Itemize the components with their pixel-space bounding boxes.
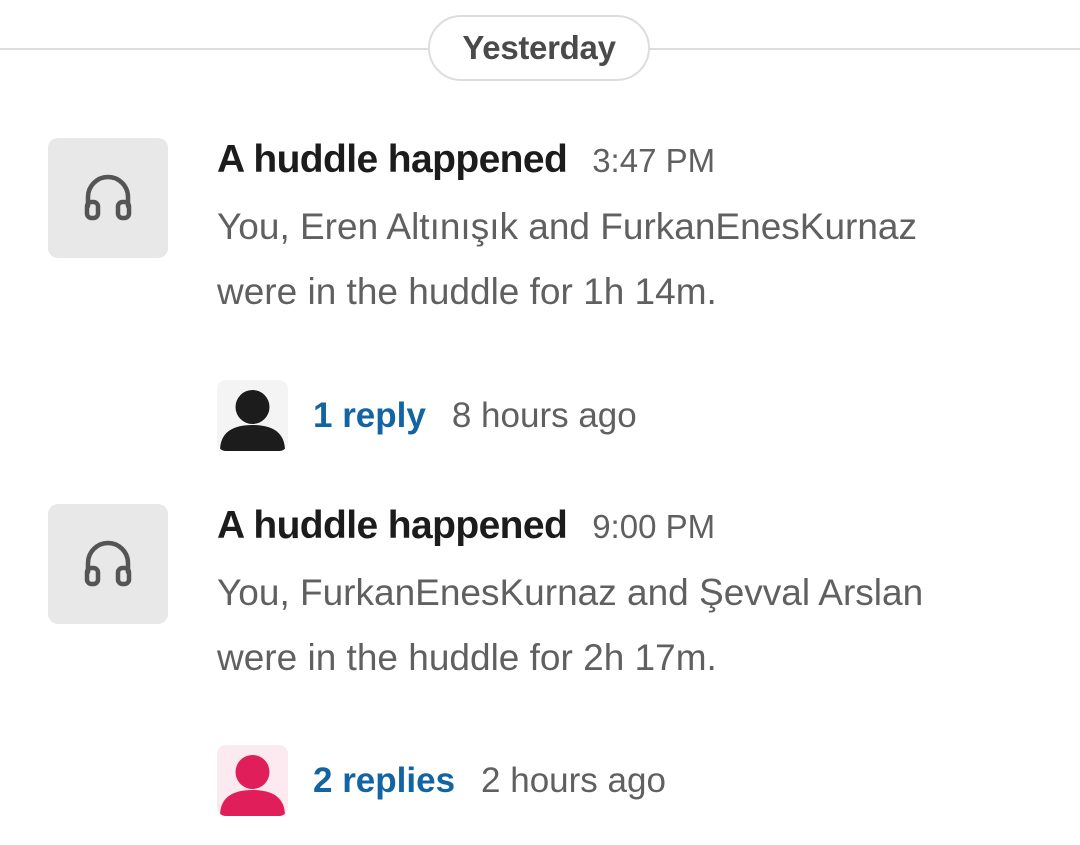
message-timestamp[interactable]: 3:47 PM <box>592 142 715 180</box>
message-header: A huddle happened 3:47 PM <box>217 138 715 184</box>
message-title: A huddle happened <box>217 504 568 547</box>
avatar[interactable] <box>217 745 288 816</box>
huddle-icon-tile <box>48 504 168 624</box>
thread-summary[interactable]: 2 replies 2 hours ago <box>217 745 666 816</box>
thread-summary[interactable]: 1 reply 8 hours ago <box>217 380 637 451</box>
message-body-duration: were in the huddle for 2h 17m. <box>217 637 717 678</box>
headphones-icon <box>84 174 132 221</box>
avatar[interactable] <box>217 380 288 451</box>
message-header: A huddle happened 9:00 PM <box>217 504 715 550</box>
message-timestamp[interactable]: 9:00 PM <box>592 508 715 546</box>
thread-last-reply-time: 2 hours ago <box>481 760 666 800</box>
thread-reply-count-link[interactable]: 1 reply <box>313 396 426 436</box>
message-body: You, FurkanEnesKurnaz and Şevval Arslan … <box>217 560 1057 690</box>
date-divider-pill[interactable]: Yesterday <box>428 15 650 81</box>
huddle-history-view: Yesterday A huddle happened 3:47 PM You,… <box>0 0 1080 845</box>
message-body-participants: You, Eren Altınışık and FurkanEnesKurnaz <box>217 206 918 247</box>
message-body-participants: You, FurkanEnesKurnaz and Şevval Arslan <box>217 572 924 613</box>
message-body: You, Eren Altınışık and FurkanEnesKurnaz… <box>217 194 1057 324</box>
thread-reply-count-link[interactable]: 2 replies <box>313 761 455 801</box>
huddle-icon-tile <box>48 138 168 258</box>
message-title: A huddle happened <box>217 138 568 181</box>
date-divider-label: Yesterday <box>462 29 616 66</box>
person-icon <box>220 755 285 816</box>
thread-last-reply-time: 8 hours ago <box>451 395 637 435</box>
headphones-icon <box>84 540 132 587</box>
message-body-duration: were in the huddle for 1h 14m. <box>217 271 717 312</box>
person-icon <box>220 390 285 451</box>
